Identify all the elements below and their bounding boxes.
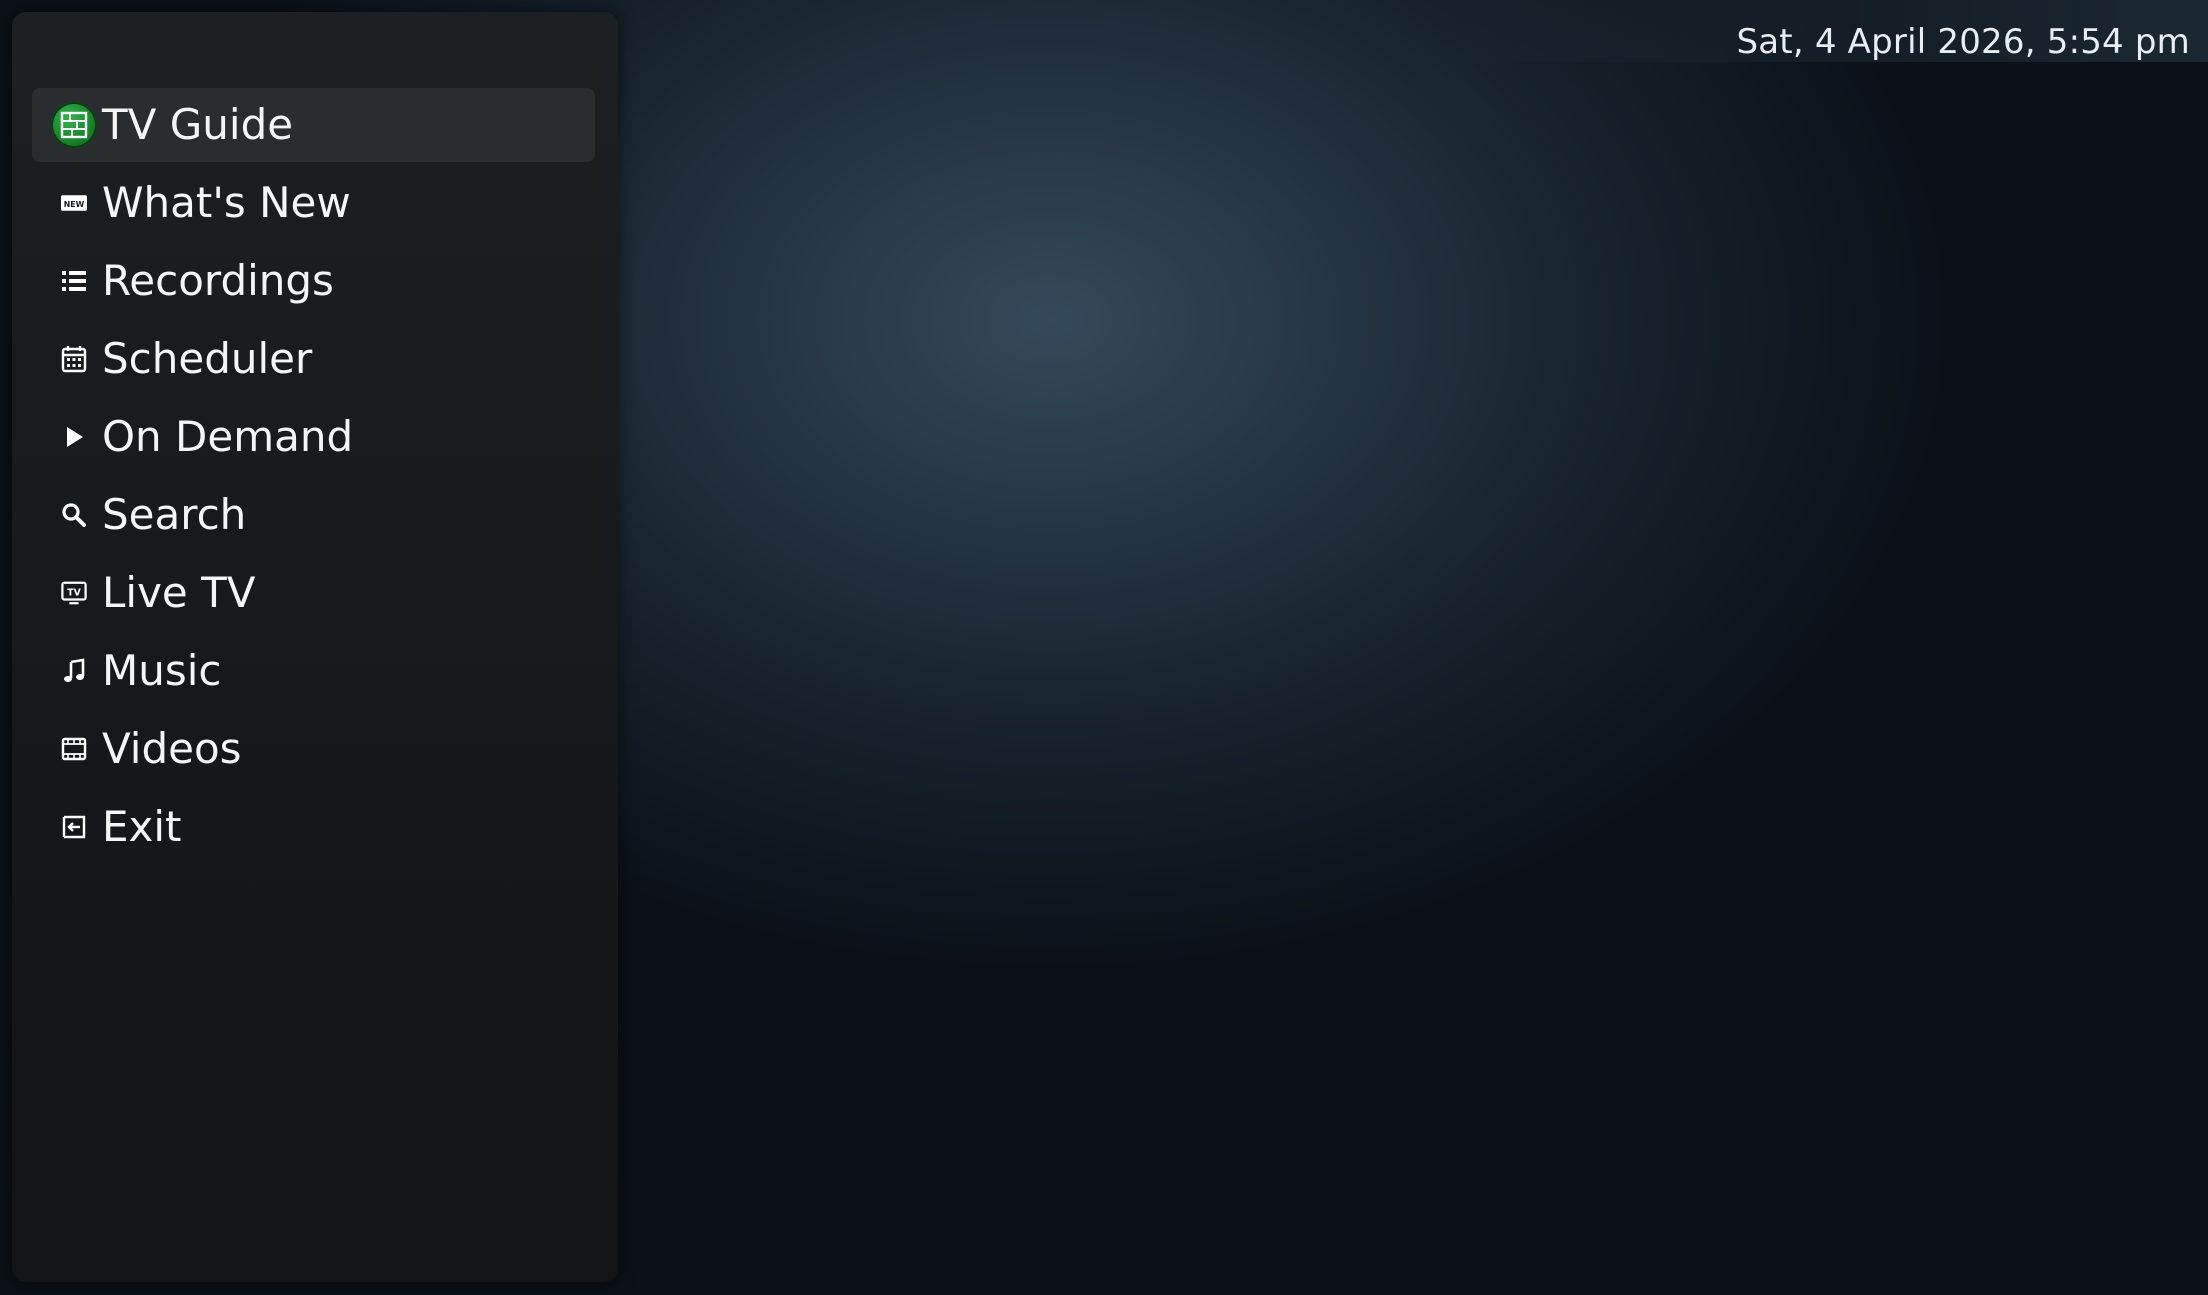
menu-item-label: Search [102,490,247,539]
list-icon [61,268,87,294]
live-tv-icon: TV [61,580,87,606]
sidebar: TV Guide NEW What's New Recordings Sched… [12,12,618,1282]
menu-item-music[interactable]: Music [32,634,595,708]
menu-item-on-demand[interactable]: On Demand [32,400,595,474]
calendar-icon [61,346,87,373]
tv-guide-grid-icon [50,101,98,149]
play-icon [61,424,87,450]
menu-item-label: Exit [102,802,182,851]
menu-item-tv-guide[interactable]: TV Guide [32,88,595,162]
new-badge-icon: NEW [61,190,87,216]
menu-item-label: Scheduler [102,334,313,383]
menu-item-whats-new[interactable]: NEW What's New [32,166,595,240]
search-icon [61,502,87,528]
film-icon [61,736,87,762]
music-note-icon [61,658,87,684]
menu-item-videos[interactable]: Videos [32,712,595,786]
menu-item-scheduler[interactable]: Scheduler [32,322,595,396]
svg-text:TV: TV [67,587,81,598]
menu-item-label: Recordings [102,256,334,305]
menu-item-label: Live TV [102,568,256,617]
top-bar: Sat, 4 April 2026, 5:54 pm [1440,0,2208,62]
menu-item-live-tv[interactable]: TV Live TV [32,556,595,630]
menu-item-label: What's New [102,178,351,227]
exit-icon [61,814,87,840]
menu-item-label: TV Guide [102,100,294,149]
menu-item-search[interactable]: Search [32,478,595,552]
menu-item-label: Videos [102,724,242,773]
menu-item-label: Music [102,646,222,695]
menu-item-recordings[interactable]: Recordings [32,244,595,318]
app-root: Sat, 4 April 2026, 5:54 pm TV Guide NEW … [0,0,2208,1295]
main-menu: TV Guide NEW What's New Recordings Sched… [32,88,595,868]
clock: Sat, 4 April 2026, 5:54 pm [1736,22,2190,62]
svg-text:NEW: NEW [64,200,85,209]
menu-item-exit[interactable]: Exit [32,790,595,864]
menu-item-label: On Demand [102,412,354,461]
